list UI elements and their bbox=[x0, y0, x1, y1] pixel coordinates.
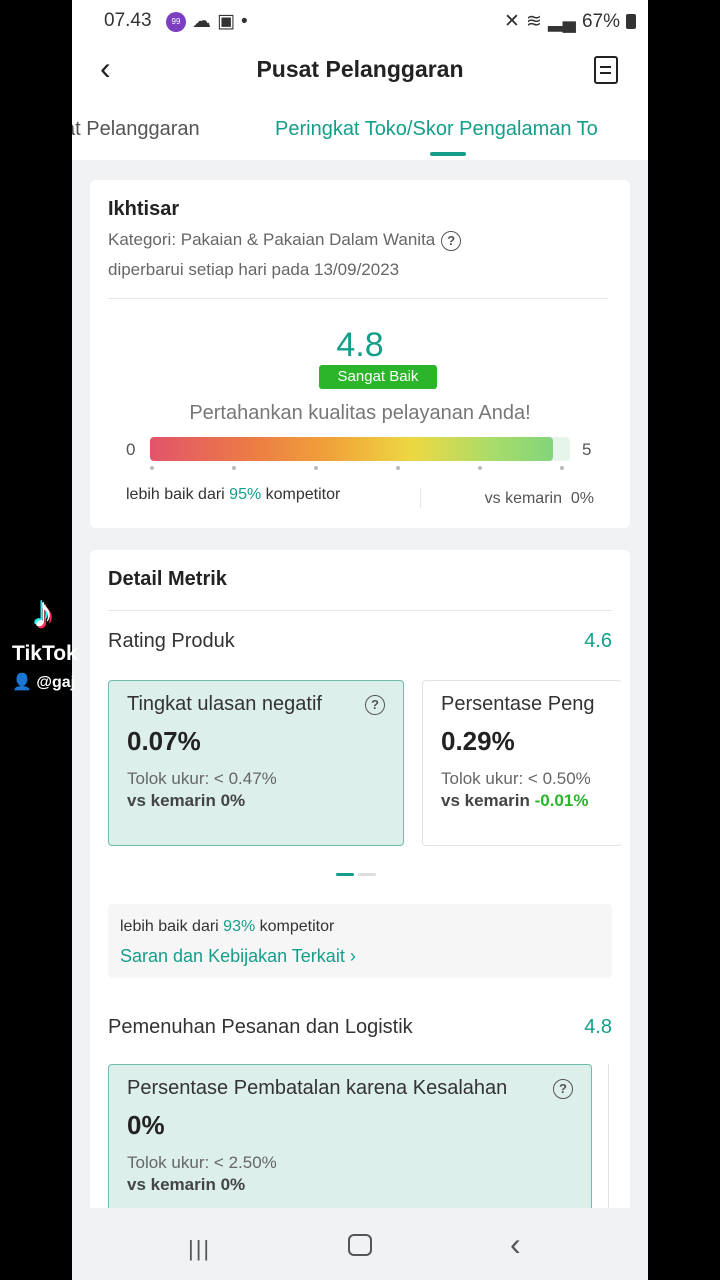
status-time: 07.43 bbox=[104, 10, 152, 31]
mute-icon: ✕ bbox=[504, 11, 520, 32]
motto-text: Pertahankan kualitas pelayanan Anda! bbox=[189, 402, 531, 424]
overview-title: Ikhtisar bbox=[108, 198, 180, 220]
fulfillment-label: Pemenuhan Pesanan dan Logistik bbox=[108, 1016, 413, 1038]
battery-percent: 67% bbox=[581, 10, 620, 32]
cloud-icon: ☁ bbox=[192, 11, 211, 32]
help-icon[interactable]: ? bbox=[553, 1078, 573, 1099]
page-title: Pusat Pelanggaran bbox=[256, 56, 464, 82]
notification-badge-icon: 99 bbox=[166, 11, 186, 32]
carousel-dots bbox=[336, 863, 380, 881]
home-button[interactable] bbox=[348, 1234, 372, 1256]
tab-violation-points[interactable]: at Pelanggaran bbox=[72, 118, 200, 141]
score-scale-bar bbox=[150, 437, 570, 461]
score-scale-fill bbox=[150, 437, 554, 461]
policy-link[interactable]: Saran dan Kebijakan Terkait › bbox=[120, 946, 356, 967]
wifi-icon: ≋ bbox=[525, 11, 542, 32]
help-icon[interactable]: ? bbox=[365, 694, 385, 715]
help-icon[interactable]: ? bbox=[441, 230, 462, 251]
chevron-right-icon: › bbox=[349, 946, 356, 966]
scale-max-label: 5 bbox=[582, 440, 592, 459]
more-notifications-icon: • bbox=[240, 10, 248, 32]
divider bbox=[108, 298, 608, 299]
category-label: Kategori: Pakaian & Pakaian Dalam Wanita bbox=[108, 230, 436, 249]
user-icon: 👤 bbox=[12, 674, 32, 691]
metric-detail-card: Detail Metrik Rating Produk 4.6 Tingkat … bbox=[90, 550, 630, 1250]
scale-ticks bbox=[150, 466, 570, 472]
overall-score: 4.8 bbox=[336, 326, 384, 364]
tab-store-rating[interactable]: Peringkat Toko/Skor Pengalaman To bbox=[275, 118, 598, 141]
metric-card-negative-review[interactable]: Tingkat ulasan negatif ? 0.07% Tolok uku… bbox=[108, 680, 404, 846]
document-icon[interactable] bbox=[594, 56, 618, 84]
battery-icon bbox=[626, 14, 636, 29]
app-header: ‹ Pusat Pelanggaran bbox=[72, 42, 648, 98]
active-tab-indicator bbox=[430, 152, 466, 156]
status-bar: 07.43 99 ☁ ▣ • ✕ ≋ ▂▄ 67% bbox=[72, 0, 648, 42]
status-badge: Sangat Baik bbox=[319, 365, 437, 389]
shop-bag-icon: ▣ bbox=[217, 11, 235, 32]
vs-yesterday: vs kemarin 0% bbox=[484, 490, 594, 507]
competitor-compare: lebih baik dari 95% kompetitor bbox=[126, 486, 341, 503]
product-rating-value: 4.6 bbox=[584, 630, 612, 652]
fulfillment-value: 4.8 bbox=[584, 1016, 612, 1038]
system-back-button[interactable]: ‹ bbox=[510, 1226, 521, 1263]
metric-card-cancellation[interactable]: Persentase Pembatalan karena Kesalahan ?… bbox=[108, 1064, 592, 1224]
app-screen: 07.43 99 ☁ ▣ • ✕ ≋ ▂▄ 67% ‹ Pusat Pelang… bbox=[72, 0, 648, 1280]
overview-card: Ikhtisar Kategori: Pakaian & Pakaian Dal… bbox=[90, 180, 630, 528]
updated-label: diperbarui setiap hari pada 13/09/2023 bbox=[108, 260, 400, 279]
scale-min-label: 0 bbox=[126, 440, 136, 459]
system-nav-bar: ||| ‹ bbox=[72, 1208, 648, 1280]
detail-title: Detail Metrik bbox=[108, 568, 227, 590]
product-rating-note: lebih baik dari 93% kompetitor Saran dan… bbox=[108, 904, 612, 978]
metric-card-second[interactable]: Persentase Peng 0.29% Tolok ukur: < 0.50… bbox=[422, 680, 622, 846]
signal-icon: ▂▄ bbox=[547, 11, 576, 32]
recent-apps-button[interactable]: ||| bbox=[188, 1236, 211, 1262]
tiktok-logo-icon: ♪ bbox=[32, 588, 54, 637]
tab-bar: at Pelanggaran Peringkat Toko/Skor Penga… bbox=[72, 98, 648, 160]
product-rating-label: Rating Produk bbox=[108, 630, 235, 652]
